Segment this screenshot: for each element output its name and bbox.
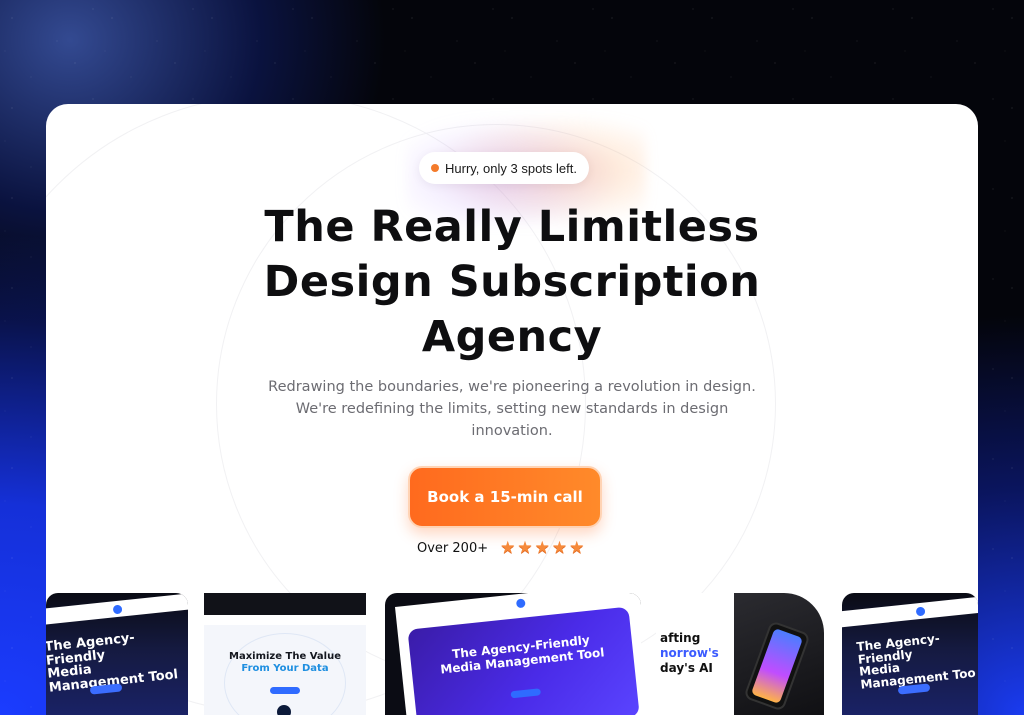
thumbnail-title-line: From Your Data xyxy=(241,663,329,674)
rating-stars: ★ ★ ★ ★ ★ xyxy=(500,540,584,557)
thumbnail-title: afting norrow's day's AI xyxy=(660,631,719,676)
page-title: The Really Limitless Design Subscription… xyxy=(46,200,978,365)
portfolio-thumbnails: The Agency-Friendly Media Management Too… xyxy=(46,593,978,715)
page-title-line: The Really Limitless xyxy=(264,202,760,252)
star-icon: ★ xyxy=(569,538,585,558)
thumbnail-page: The Agency-Friendly Media Management Too… xyxy=(395,593,641,715)
thumbnail-title: Maximize The Value From Your Data xyxy=(204,651,366,675)
thumbnail-title: The Agency-Friendly Media Management Too xyxy=(856,628,978,691)
page-title-line: Design Subscription xyxy=(263,257,761,307)
hero-subtitle-line: Redrawing the boundaries, we're pioneeri… xyxy=(268,379,756,395)
thumbnail-nav xyxy=(842,593,978,629)
portfolio-thumbnail[interactable]: Maximize The Value From Your Data xyxy=(204,593,366,715)
hero-card: Hurry, only 3 spots left. The Really Lim… xyxy=(46,104,978,715)
availability-badge: Hurry, only 3 spots left. xyxy=(419,152,589,184)
thumbnail-topbar xyxy=(204,593,366,615)
thumbnail-photo xyxy=(734,593,824,715)
portfolio-thumbnail[interactable]: afting norrow's day's AI xyxy=(656,593,824,715)
logo-icon xyxy=(515,597,526,608)
portfolio-thumbnail[interactable]: The Agency-Friendly Media Management Too… xyxy=(385,593,641,715)
thumbnail-button xyxy=(270,687,300,694)
availability-badge-text: Hurry, only 3 spots left. xyxy=(445,160,577,176)
thumbnail-badge xyxy=(277,705,291,715)
rating-count: Over 200+ xyxy=(417,541,489,556)
star-icon: ★ xyxy=(500,538,516,558)
hero-subtitle-line: innovation. xyxy=(471,423,553,439)
thumbnail-title-line: day's AI xyxy=(660,661,713,675)
thumbnail-title-line: afting xyxy=(660,631,701,645)
logo-icon xyxy=(112,604,122,614)
phone-screen xyxy=(750,627,804,705)
thumbnail-button xyxy=(510,688,542,699)
portfolio-thumbnail[interactable]: The Agency-Friendly Media Management Too… xyxy=(46,593,188,715)
rating-row: Over 200+ ★ ★ ★ ★ ★ xyxy=(417,540,584,557)
page-title-line: Agency xyxy=(421,312,603,362)
portfolio-thumbnail[interactable]: The Agency-Friendly Media Management Too xyxy=(842,593,978,715)
phone-icon xyxy=(743,620,811,712)
thumbnail-title-line: norrow's xyxy=(660,646,719,660)
logo-icon xyxy=(915,606,925,616)
hero-subtitle-line: We're redefining the limits, setting new… xyxy=(295,401,729,417)
star-icon: ★ xyxy=(551,538,568,558)
thumbnail-hero: The Agency-Friendly Media Management Too… xyxy=(407,606,640,715)
star-icon: ★ xyxy=(534,538,550,558)
star-icon: ★ xyxy=(517,538,533,558)
thumbnail-title-line: Maximize The Value xyxy=(229,651,341,662)
book-call-button[interactable]: Book a 15-min call xyxy=(408,466,602,528)
thumbnail-nav xyxy=(204,615,366,625)
thumbnail-nav xyxy=(46,593,188,626)
hero-subtitle: Redrawing the boundaries, we're pioneeri… xyxy=(252,376,772,442)
status-dot-icon xyxy=(431,164,439,172)
thumbnail-title: The Agency-Friendly Media Management Too… xyxy=(410,628,634,679)
